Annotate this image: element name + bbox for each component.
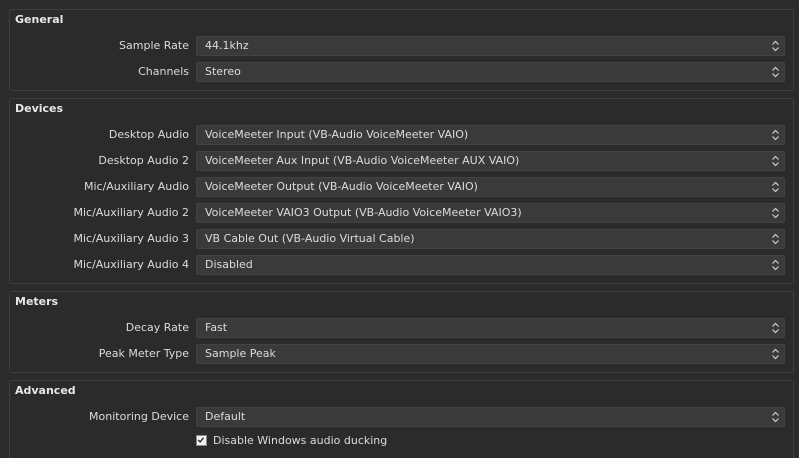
up-down-chevron-icon	[772, 233, 779, 245]
peak-meter-type-label: Peak Meter Type	[98, 347, 189, 360]
up-down-chevron-icon	[772, 129, 779, 141]
monitoring-device-label: Monitoring Device	[89, 410, 189, 423]
ducking-checkbox[interactable]	[196, 435, 207, 446]
channels-label: Channels	[138, 65, 189, 78]
general-group-title: General	[15, 13, 64, 26]
desktop-audio-dropdown[interactable]: VoiceMeeter Input (VB-Audio VoiceMeeter …	[196, 125, 785, 145]
mic-aux-audio-dropdown[interactable]: VoiceMeeter Output (VB-Audio VoiceMeeter…	[196, 177, 785, 197]
meters-group: Meters Decay Rate Fast Peak Meter Type S…	[9, 291, 794, 373]
advanced-group-title: Advanced	[15, 384, 76, 397]
peak-meter-type-value: Sample Peak	[205, 347, 276, 360]
sample-rate-row: Sample Rate 44.1khz	[10, 36, 793, 56]
up-down-chevron-icon	[772, 207, 779, 219]
mic-aux-audio-3-row: Mic/Auxiliary Audio 3 VB Cable Out (VB-A…	[10, 229, 793, 249]
decay-rate-row: Decay Rate Fast	[10, 318, 793, 338]
desktop-audio-2-label: Desktop Audio 2	[98, 154, 189, 167]
up-down-chevron-icon	[772, 181, 779, 193]
meters-group-title: Meters	[15, 295, 59, 308]
devices-group-title: Devices	[15, 102, 64, 115]
up-down-chevron-icon	[772, 66, 779, 78]
peak-meter-type-dropdown[interactable]: Sample Peak	[196, 344, 785, 364]
monitoring-device-row: Monitoring Device Default	[10, 407, 793, 427]
desktop-audio-value: VoiceMeeter Input (VB-Audio VoiceMeeter …	[205, 128, 469, 141]
mic-aux-audio-row: Mic/Auxiliary Audio VoiceMeeter Output (…	[10, 177, 793, 197]
mic-aux-audio-3-label: Mic/Auxiliary Audio 3	[73, 232, 189, 245]
ducking-checkbox-row[interactable]: Disable Windows audio ducking	[196, 434, 396, 450]
mic-aux-audio-2-row: Mic/Auxiliary Audio 2 VoiceMeeter VAIO3 …	[10, 203, 793, 223]
general-group: General Sample Rate 44.1khz Channels Ste…	[9, 9, 794, 91]
desktop-audio-2-value: VoiceMeeter Aux Input (VB-Audio VoiceMee…	[205, 154, 520, 167]
mic-aux-audio-4-value: Disabled	[205, 258, 253, 271]
monitoring-device-value: Default	[205, 410, 246, 423]
mic-aux-audio-2-dropdown[interactable]: VoiceMeeter VAIO3 Output (VB-Audio Voice…	[196, 203, 785, 223]
mic-aux-audio-2-value: VoiceMeeter VAIO3 Output (VB-Audio Voice…	[205, 206, 522, 219]
devices-group: Devices Desktop Audio VoiceMeeter Input …	[9, 98, 794, 284]
mic-aux-audio-3-value: VB Cable Out (VB-Audio Virtual Cable)	[205, 232, 415, 245]
monitoring-device-dropdown[interactable]: Default	[196, 407, 785, 427]
up-down-chevron-icon	[772, 322, 779, 334]
advanced-group: Advanced Monitoring Device Default Disab…	[9, 380, 794, 458]
desktop-audio-2-row: Desktop Audio 2 VoiceMeeter Aux Input (V…	[10, 151, 793, 171]
mic-aux-audio-4-dropdown[interactable]: Disabled	[196, 255, 785, 275]
mic-aux-audio-2-label: Mic/Auxiliary Audio 2	[73, 206, 189, 219]
mic-aux-audio-label: Mic/Auxiliary Audio	[83, 180, 189, 193]
desktop-audio-row: Desktop Audio VoiceMeeter Input (VB-Audi…	[10, 125, 793, 145]
peak-meter-type-row: Peak Meter Type Sample Peak	[10, 344, 793, 364]
decay-rate-label: Decay Rate	[125, 321, 189, 334]
channels-row: Channels Stereo	[10, 62, 793, 82]
mic-aux-audio-3-dropdown[interactable]: VB Cable Out (VB-Audio Virtual Cable)	[196, 229, 785, 249]
desktop-audio-2-dropdown[interactable]: VoiceMeeter Aux Input (VB-Audio VoiceMee…	[196, 151, 785, 171]
decay-rate-value: Fast	[205, 321, 228, 334]
channels-value: Stereo	[205, 65, 241, 78]
mic-aux-audio-value: VoiceMeeter Output (VB-Audio VoiceMeeter…	[205, 180, 478, 193]
mic-aux-audio-4-row: Mic/Auxiliary Audio 4 Disabled	[10, 255, 793, 275]
up-down-chevron-icon	[772, 259, 779, 271]
sample-rate-dropdown[interactable]: 44.1khz	[196, 36, 785, 56]
up-down-chevron-icon	[772, 40, 779, 52]
channels-dropdown[interactable]: Stereo	[196, 62, 785, 82]
sample-rate-label: Sample Rate	[119, 39, 189, 52]
decay-rate-dropdown[interactable]: Fast	[196, 318, 785, 338]
desktop-audio-label: Desktop Audio	[108, 128, 189, 141]
up-down-chevron-icon	[772, 348, 779, 360]
up-down-chevron-icon	[772, 411, 779, 423]
ducking-checkbox-label: Disable Windows audio ducking	[213, 434, 388, 447]
up-down-chevron-icon	[772, 155, 779, 167]
mic-aux-audio-4-label: Mic/Auxiliary Audio 4	[73, 258, 189, 271]
checkmark-icon	[197, 437, 205, 443]
sample-rate-value: 44.1khz	[205, 39, 249, 52]
